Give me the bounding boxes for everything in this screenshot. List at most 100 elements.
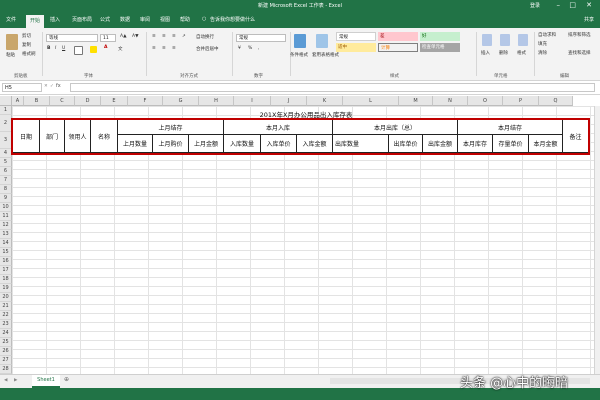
fill-color-icon[interactable] — [90, 46, 97, 53]
row-header[interactable]: 15 — [0, 248, 12, 257]
autosum-button[interactable]: 自动求和 — [538, 32, 556, 38]
column-header[interactable]: L — [343, 96, 399, 106]
column-header[interactable]: N — [433, 96, 468, 106]
header-in-amount[interactable]: 入库金额 — [297, 135, 333, 153]
column-header[interactable]: J — [271, 96, 307, 106]
header-stock-amount[interactable]: 本月金额 — [529, 135, 563, 153]
align-left-icon[interactable]: ≡ — [152, 46, 156, 51]
maximize-icon[interactable]: □ — [569, 1, 576, 9]
column-header[interactable]: G — [163, 96, 199, 106]
top-align-icon[interactable]: ≡ — [152, 34, 156, 39]
middle-align-icon[interactable]: ≡ — [162, 34, 166, 39]
row-header[interactable]: 17 — [0, 266, 12, 275]
tab-insert[interactable]: 插入 — [50, 16, 60, 23]
tab-page-layout[interactable]: 页面布局 — [72, 16, 92, 23]
sign-in-link[interactable]: 登录 — [530, 2, 540, 9]
next-sheet-icon[interactable]: ▶ — [14, 378, 17, 383]
header-name[interactable]: 名称 — [91, 120, 118, 153]
row-header[interactable]: 14 — [0, 239, 12, 248]
tell-me-search[interactable]: 告诉我你想要做什么 — [210, 16, 255, 23]
style-neutral[interactable]: 适中 — [336, 43, 376, 52]
row-header[interactable]: 18 — [0, 275, 12, 284]
header-month-stock[interactable]: 本月结存 — [458, 120, 563, 135]
row-header[interactable]: 12 — [0, 221, 12, 230]
delete-button[interactable]: 删除 — [499, 50, 508, 56]
column-header[interactable]: A — [12, 96, 24, 106]
insert-function-button[interactable]: fx — [56, 83, 61, 89]
align-right-icon[interactable]: ≡ — [172, 46, 176, 51]
row-header[interactable]: 19 — [0, 284, 12, 293]
row-header[interactable]: 1 — [0, 106, 12, 115]
decrease-font-icon[interactable]: A▼ — [132, 34, 139, 39]
insert-button[interactable]: 插入 — [481, 50, 490, 56]
font-name-select[interactable]: 等线 — [46, 34, 98, 42]
bottom-align-icon[interactable]: ≡ — [172, 34, 176, 39]
row-header[interactable]: 7 — [0, 176, 12, 185]
row-header[interactable]: 20 — [0, 293, 12, 302]
row-header[interactable]: 26 — [0, 347, 12, 356]
row-header[interactable]: 11 — [0, 212, 12, 221]
row-header[interactable]: 9 — [0, 194, 12, 203]
header-month-out[interactable]: 本月出库（总） — [333, 120, 458, 135]
header-last-price[interactable]: 上月购价 — [153, 135, 189, 153]
fill-button[interactable]: 填充 — [538, 41, 547, 47]
column-header[interactable]: P — [503, 96, 539, 106]
copy-button[interactable]: 复制 — [22, 42, 31, 48]
underline-button[interactable]: U — [62, 46, 65, 51]
column-header[interactable]: H — [199, 96, 234, 106]
share-button[interactable]: 共享 — [584, 16, 594, 23]
header-in-price[interactable]: 入库单价 — [261, 135, 297, 153]
row-header[interactable]: 6 — [0, 167, 12, 176]
tab-data[interactable]: 数据 — [120, 16, 130, 23]
tab-file[interactable]: 文件 — [6, 16, 16, 23]
column-header[interactable]: K — [307, 96, 343, 106]
column-header[interactable]: Q — [539, 96, 573, 106]
delete-cells-icon[interactable] — [500, 34, 510, 46]
tab-home[interactable]: 开始 — [26, 15, 45, 28]
tab-help[interactable]: 帮助 — [180, 16, 190, 23]
sort-filter-button[interactable]: 排序和筛选 — [568, 32, 591, 38]
row-header[interactable]: 16 — [0, 257, 12, 266]
row-header[interactable]: 21 — [0, 302, 12, 311]
style-normal[interactable]: 常规 — [336, 32, 376, 41]
column-header[interactable]: I — [234, 96, 271, 106]
find-select-button[interactable]: 查找和选择 — [568, 50, 591, 56]
wrap-text-button[interactable]: 自动换行 — [196, 34, 214, 40]
italic-button[interactable]: I — [55, 46, 56, 51]
merge-center-button[interactable]: 合并后居中 — [196, 46, 219, 52]
font-color-button[interactable]: A — [104, 45, 107, 50]
style-good[interactable]: 好 — [420, 32, 460, 41]
header-last-qty[interactable]: 上月数量 — [118, 135, 153, 153]
format-cells-icon[interactable] — [518, 34, 528, 46]
paste-label[interactable]: 粘贴 — [6, 52, 15, 58]
tab-view[interactable]: 视图 — [160, 16, 170, 23]
header-dept[interactable]: 部门 — [40, 120, 65, 153]
font-size-select[interactable]: 11 — [100, 34, 116, 42]
align-center-icon[interactable]: ≡ — [162, 46, 166, 51]
header-month-in[interactable]: 本月入库 — [224, 120, 333, 135]
row-header[interactable]: 27 — [0, 356, 12, 365]
header-out-qty[interactable]: 出库数量 — [333, 135, 389, 153]
row-header[interactable]: 22 — [0, 311, 12, 320]
header-date[interactable]: 日期 — [13, 120, 40, 153]
clear-button[interactable]: 清除 — [538, 50, 547, 56]
format-painter-button[interactable]: 格式刷 — [22, 51, 36, 57]
row-header[interactable]: 28 — [0, 365, 12, 374]
format-button[interactable]: 格式 — [517, 50, 526, 56]
tab-formulas[interactable]: 公式 — [100, 16, 110, 23]
prev-sheet-icon[interactable]: ◀ — [4, 378, 7, 383]
style-bad[interactable]: 差 — [378, 32, 418, 41]
phonetic-button[interactable]: 文 — [118, 46, 123, 52]
header-out-amount[interactable]: 出库金额 — [423, 135, 458, 153]
header-out-price[interactable]: 出库单价 — [389, 135, 423, 153]
percent-button[interactable]: % — [248, 46, 252, 51]
select-all-corner[interactable] — [0, 96, 12, 106]
tab-review[interactable]: 审阅 — [140, 16, 150, 23]
row-header[interactable]: 25 — [0, 338, 12, 347]
row-header[interactable]: 5 — [0, 158, 12, 167]
header-last-stock[interactable]: 上月结存 — [118, 120, 224, 135]
name-box[interactable]: H5 — [2, 83, 42, 92]
row-header[interactable]: 13 — [0, 230, 12, 239]
conditional-format-button[interactable]: 条件格式 — [290, 52, 308, 58]
column-header[interactable]: O — [468, 96, 503, 106]
